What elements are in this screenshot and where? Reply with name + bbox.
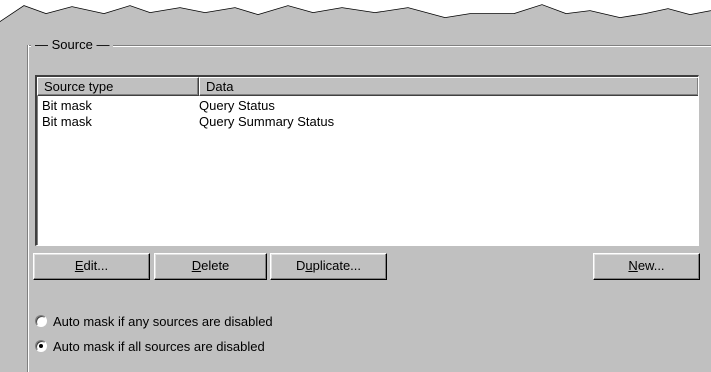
group-title-text: Source [51,37,93,52]
duplicate-button[interactable]: Duplicate... [270,253,387,280]
edit-button[interactable]: Edit... [33,253,150,280]
delete-mnemonic: D [191,258,202,273]
radio-unchecked-icon[interactable] [35,315,47,327]
cell-source-type: Bit mask [42,98,92,113]
new-mnemonic: N [628,258,638,273]
column-header-data[interactable]: Data [199,77,698,96]
list-row[interactable]: Bit mask Query Summary Status [37,114,698,130]
duplicate-label-pre: D [295,258,306,273]
list-header: Source type Data [37,77,698,96]
duplicate-mnemonic: u [305,258,313,273]
radio-label: Auto mask if all sources are disabled [53,339,265,354]
dialog-panel: — Source — Source type Data Bit mask Que… [0,5,711,372]
cell-source-type: Bit mask [42,114,92,129]
source-list[interactable]: Source type Data Bit mask Query Status B… [35,75,699,246]
radio-dot [39,344,43,348]
duplicate-label: plicate... [312,258,362,273]
edit-mnemonic: E [74,258,84,273]
column-header-source-type[interactable]: Source type [37,77,199,96]
new-button[interactable]: New... [593,253,700,280]
cell-data: Query Summary Status [199,114,335,129]
group-box-border [27,45,711,47]
delete-label: elete [201,258,230,273]
radio-checked-icon[interactable] [35,340,47,352]
radio-label: Auto mask if any sources are disabled [53,314,273,329]
list-row[interactable]: Bit mask Query Status [37,98,698,114]
group-box-border-left [27,45,29,372]
new-label: ew... [637,258,665,273]
edit-label: dit... [83,258,109,273]
group-box-title: — Source — [31,36,114,54]
cell-data: Query Status [199,98,275,113]
delete-button[interactable]: Delete [154,253,267,280]
